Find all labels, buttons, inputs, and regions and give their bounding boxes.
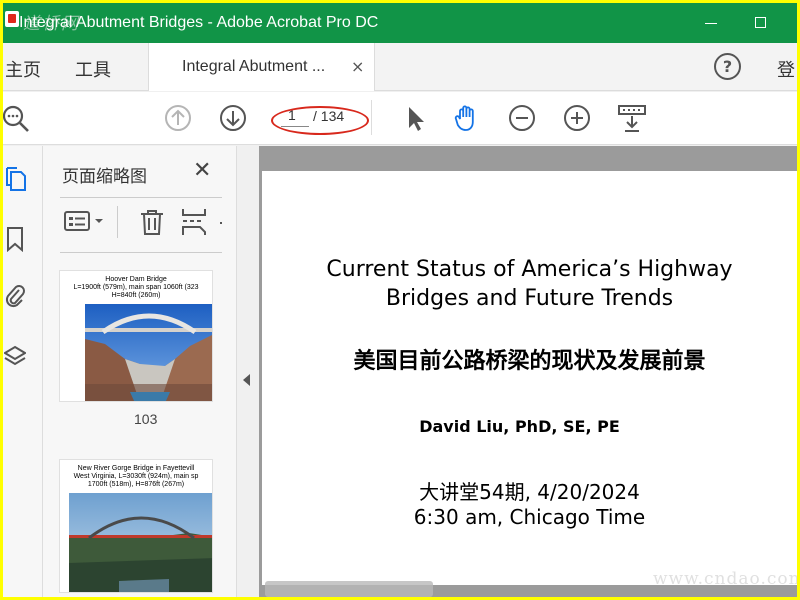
thumbnail-page-number: 103 — [134, 411, 158, 427]
thumbnail-options-icon[interactable] — [62, 208, 110, 236]
attachments-icon[interactable] — [4, 283, 26, 309]
highlight-ellipse — [271, 106, 369, 135]
previous-page-icon[interactable] — [162, 102, 194, 134]
close-tab-icon[interactable]: × — [351, 57, 364, 76]
slide-title-line1: Current Status of America’s Highway — [326, 257, 733, 282]
hoover-dam-photo — [85, 304, 212, 401]
zoom-in-icon[interactable] — [561, 102, 593, 134]
fit-page-icon[interactable] — [616, 102, 648, 134]
search-icon[interactable] — [3, 102, 31, 134]
thumbnail-caption: Hoover Dam Bridge L=1900ft (579m), main … — [73, 276, 199, 299]
next-page-icon[interactable] — [217, 102, 249, 134]
select-cursor-icon[interactable] — [399, 102, 431, 134]
panel-title: 页面缩略图 — [62, 167, 147, 187]
new-river-gorge-photo — [69, 493, 212, 592]
maximize-button[interactable] — [749, 11, 773, 35]
panel-divider — [60, 197, 222, 198]
left-rail — [3, 146, 43, 597]
thumbnail-caption: New River Gorge Bridge in Fayettevill We… — [73, 465, 199, 488]
login-button[interactable]: 登 — [777, 56, 795, 82]
tab-document[interactable]: Integral Abutment ... × — [148, 43, 375, 91]
acrobat-window: 道桥网 Integral Abutment Bridges - Adobe Ac… — [3, 3, 797, 597]
collapse-panel-icon[interactable] — [243, 374, 250, 386]
page-indicator-overlay — [265, 581, 433, 597]
slide-date-line1: 大讲堂54期, 4/20/2024 — [419, 480, 640, 504]
document-viewer[interactable]: Current Status of America’s Highway Brid… — [259, 146, 797, 597]
panel-tools-divider — [117, 206, 118, 238]
acrobat-app-icon — [5, 11, 19, 27]
thumbnail-page-104[interactable]: New River Gorge Bridge in Fayettevill We… — [59, 459, 213, 593]
panel-divider-2 — [60, 252, 222, 253]
layers-icon[interactable] — [4, 344, 26, 370]
document-tab-label: Integral Abutment ... — [182, 58, 326, 75]
window-title: Integral Abutment Bridges - Adobe Acroba… — [19, 14, 379, 31]
hand-tool-icon[interactable] — [451, 102, 483, 134]
watermark-bottom: www.cndao.com — [653, 569, 797, 589]
thumbnails-panel: 页面缩略图 ✕ Hoover Dam Bridge L=1900ft (579m… — [43, 146, 270, 597]
panel-close-icon[interactable]: ✕ — [193, 158, 211, 183]
title-bar: 道桥网 Integral Abutment Bridges - Adobe Ac… — [3, 3, 797, 43]
bookmarks-icon[interactable] — [4, 226, 26, 252]
panel-toolbar — [60, 204, 230, 244]
insert-page-icon[interactable] — [180, 207, 208, 237]
help-icon[interactable]: ? — [714, 53, 741, 80]
slide-date-line2: 6:30 am, Chicago Time — [413, 505, 646, 529]
toolbar-divider — [371, 100, 372, 135]
page-thumbnails-icon[interactable] — [4, 166, 26, 192]
zoom-out-icon[interactable] — [506, 102, 538, 134]
slide-title-line2: Bridges and Future Trends — [385, 286, 674, 311]
tab-home[interactable]: 主页 — [5, 56, 41, 82]
delete-page-icon[interactable] — [138, 208, 166, 236]
tab-tools[interactable]: 工具 — [75, 56, 111, 82]
slide-title-chinese: 美国目前公路桥梁的现状及发展前景 — [353, 349, 706, 374]
panel-collapse-strip[interactable] — [236, 146, 259, 597]
tab-bar: 主页 工具 Integral Abutment ... × ? 登 — [3, 43, 797, 91]
slide-author: David Liu, PhD, SE, PE — [419, 417, 620, 436]
pdf-page: Current Status of America’s Highway Brid… — [262, 171, 797, 585]
more-tools-dot[interactable] — [220, 222, 222, 224]
thumbnail-page-103[interactable]: Hoover Dam Bridge L=1900ft (579m), main … — [59, 270, 213, 402]
toolbar: 1 / 134 — [3, 92, 797, 145]
minimize-button[interactable] — [699, 11, 723, 35]
